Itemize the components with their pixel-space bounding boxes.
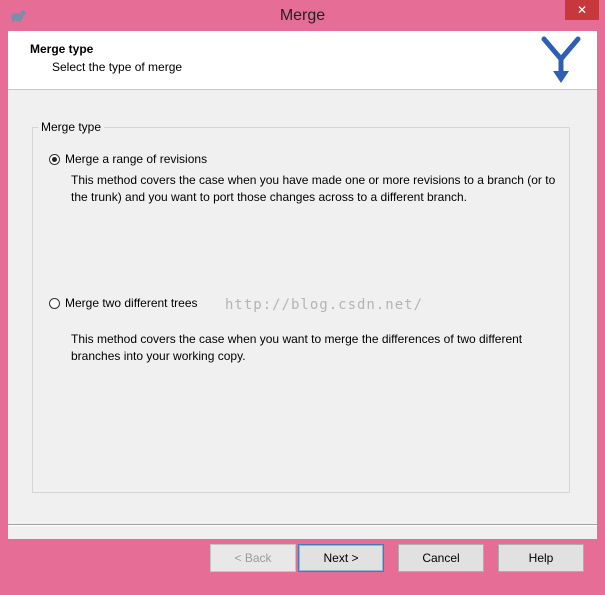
radio-merge-two-different-trees[interactable]: Merge two different trees — [49, 295, 198, 311]
radio-merge-range-of-revisions[interactable]: Merge a range of revisions — [49, 151, 207, 167]
merge-dialog-window: Merge ✕ Merge type Select the type of me… — [0, 0, 605, 595]
dialog-client-area: Merge type Select the type of merge Merg… — [8, 31, 597, 539]
merge-arrow-icon — [541, 36, 581, 83]
cancel-button[interactable]: Cancel — [398, 544, 484, 572]
footer-separator — [8, 524, 597, 526]
option-description: This method covers the case when you hav… — [71, 173, 556, 204]
help-button[interactable]: Help — [498, 544, 584, 572]
page-title: Merge type — [30, 42, 94, 56]
radio-checked-icon[interactable] — [49, 153, 60, 165]
close-button[interactable]: ✕ — [565, 0, 599, 20]
radio-label: Merge two different trees — [65, 296, 198, 310]
watermark-text: http://blog.csdn.net/ — [225, 297, 424, 313]
option-description: This method covers the case when you wan… — [71, 332, 523, 363]
window-title: Merge — [279, 7, 326, 24]
radio-unchecked-icon[interactable] — [49, 297, 60, 309]
next-button[interactable]: Next > — [298, 544, 384, 572]
groupbox-legend: Merge type — [38, 120, 105, 134]
wizard-header: Merge type Select the type of merge — [8, 31, 597, 90]
radio-label: Merge a range of revisions — [65, 152, 208, 166]
page-subtitle: Select the type of merge — [52, 60, 183, 74]
back-button[interactable]: < Back — [210, 544, 296, 572]
title-bar[interactable]: Merge ✕ — [0, 0, 605, 31]
